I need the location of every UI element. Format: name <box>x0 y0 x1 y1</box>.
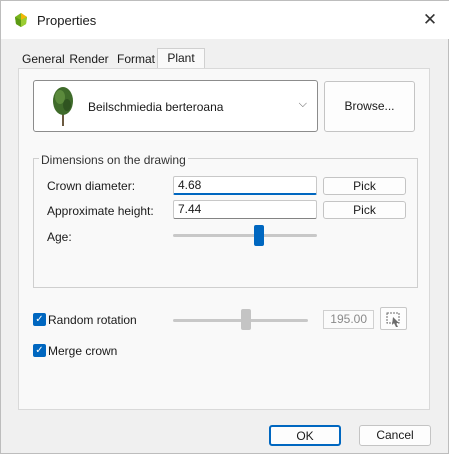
random-rotation-checkbox[interactable]: ✓ <box>33 313 46 326</box>
plant-species-dropdown[interactable]: Beilschmiedia berteroana ⌵ <box>33 80 318 132</box>
pick-point-icon <box>386 312 400 327</box>
approximate-height-pick-button[interactable]: Pick <box>323 201 406 219</box>
checkmark-icon: ✓ <box>35 345 44 356</box>
age-slider-thumb[interactable] <box>254 225 265 246</box>
crown-diameter-label: Crown diameter: <box>47 179 136 193</box>
chevron-down-icon: ⌵ <box>298 98 307 110</box>
browse-button[interactable]: Browse... <box>324 81 415 132</box>
plant-name: Beilschmiedia berteroana <box>88 100 224 114</box>
crown-diameter-field[interactable]: 4.68 <box>173 176 317 195</box>
rotation-slider-thumb[interactable] <box>240 309 251 330</box>
tab-general[interactable]: General <box>22 51 65 68</box>
merge-crown-checkbox[interactable]: ✓ <box>33 344 46 357</box>
approximate-height-field[interactable]: 7.44 <box>173 200 317 219</box>
tab-format[interactable]: Format <box>116 51 156 68</box>
cancel-button[interactable]: Cancel <box>359 425 431 446</box>
window-title: Properties <box>37 13 97 28</box>
crown-diameter-pick-button[interactable]: Pick <box>323 177 406 195</box>
rotation-value-readout: 195.00 <box>323 310 374 329</box>
title-bar: Properties ✕ <box>1 1 450 39</box>
age-slider-track[interactable] <box>173 234 317 237</box>
close-button[interactable]: ✕ <box>419 9 441 31</box>
rotation-pick-button[interactable] <box>380 307 407 330</box>
age-label: Age: <box>47 230 72 244</box>
tab-render[interactable]: Render <box>69 51 109 68</box>
dimensions-group-label: Dimensions on the drawing <box>39 153 188 167</box>
plant-logo-icon <box>15 13 27 27</box>
plant-thumbnail-icon <box>53 87 73 126</box>
tab-plant[interactable]: Plant <box>157 48 205 70</box>
approximate-height-label: Approximate height: <box>47 204 154 218</box>
properties-dialog: Properties ✕ General Render Format Plant… <box>0 0 450 454</box>
ok-button[interactable]: OK <box>269 425 341 446</box>
checkmark-icon: ✓ <box>35 314 44 325</box>
close-icon: ✕ <box>422 10 438 29</box>
random-rotation-label[interactable]: Random rotation <box>48 313 137 327</box>
merge-crown-label[interactable]: Merge crown <box>48 344 117 358</box>
